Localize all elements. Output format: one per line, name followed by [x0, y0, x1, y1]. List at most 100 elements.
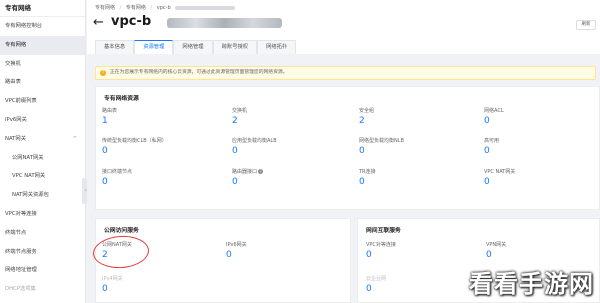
breadcrumb-separator: /: [119, 5, 122, 11]
chevron-up-icon: ^: [72, 135, 77, 142]
sidebar-item[interactable]: VPC NAT网关: [0, 167, 85, 186]
resource-count[interactable]: 0: [484, 116, 504, 126]
resource-count[interactable]: 2: [359, 116, 374, 126]
sidebar-item[interactable]: 终端节点: [0, 224, 85, 243]
resource-count[interactable]: 0: [366, 250, 396, 260]
resource-count[interactable]: 0: [359, 146, 404, 156]
resource-item[interactable]: 高可用 0: [484, 137, 499, 156]
resource-item[interactable]: 路由器接口? 0: [232, 168, 264, 187]
sidebar-item-label: 终端节点: [5, 229, 27, 236]
resource-label: VPN网关: [486, 242, 507, 248]
resource-count[interactable]: 0: [366, 284, 386, 294]
resource-count[interactable]: 0: [232, 177, 263, 187]
tab-network-management[interactable]: 网络管理: [173, 40, 213, 54]
sidebar-item-label: DHCP选项集: [5, 286, 36, 293]
sidebar-item[interactable]: IPv6网关: [0, 111, 85, 130]
tab-network-topology[interactable]: 网络拓扑: [257, 40, 297, 54]
sidebar-item[interactable]: 专有网络: [0, 35, 85, 55]
sidebar-item-label: VPC前缀列表: [5, 98, 37, 105]
breadcrumb: 专有网络 / 专有网络 / vpc-b: [95, 4, 238, 11]
resource-cen[interactable]: 云企业网 0: [366, 275, 386, 294]
resource-count[interactable]: 0: [484, 177, 515, 187]
resource-label: 安全组: [359, 108, 375, 114]
sidebar-item-label: NAT网关资源包: [12, 192, 49, 199]
resource-ipv6-gateway[interactable]: IPv6网关 0: [226, 241, 247, 260]
page-header: 专有网络 / 专有网络 / vpc-b ← vpc-b 刷新: [87, 0, 600, 40]
resource-label: 云企业网: [366, 276, 387, 282]
resource-label: IPv6网关: [226, 242, 247, 248]
help-icon[interactable]: ?: [258, 169, 264, 174]
resource-count[interactable]: 1: [102, 116, 117, 126]
sidebar-item-label: 专有网络控制台: [5, 23, 43, 29]
resource-count[interactable]: 0: [102, 177, 132, 187]
sidebar: 专有网络 专有网络控制台 专有网络 交换机 路由表 VPC前缀列表 IPv6网关 NAT网关…: [0, 0, 86, 303]
tab-cross-account-auth[interactable]: 跨账号授权: [212, 40, 258, 54]
sidebar-item[interactable]: VPC前缀列表: [0, 92, 85, 111]
sidebar-item[interactable]: 专有网络控制台: [0, 17, 85, 36]
breadcrumb-item: vpc-b: [156, 5, 171, 11]
sidebar-item[interactable]: 终端节点服务: [0, 243, 85, 262]
resource-item[interactable]: 网络型负载均衡NLB 0: [359, 137, 404, 156]
resource-count[interactable]: 0: [359, 177, 376, 187]
sidebar-item-label: 网络地址管理: [5, 267, 37, 274]
resource-count[interactable]: 0: [102, 146, 167, 156]
main-content: 专有网络 / 专有网络 / vpc-b ← vpc-b 刷新 基本信息 资源管理…: [87, 0, 600, 303]
warning-icon: !: [100, 70, 106, 76]
sidebar-item-label: 交换机: [5, 60, 21, 67]
sidebar-item-label: 公网NAT网关: [12, 154, 44, 161]
resource-vpn-gateway[interactable]: VPN网关 0: [486, 241, 506, 260]
page-title: vpc-b: [111, 14, 152, 29]
notice-banner: ! 正在为您展示专有网络内的核心云资源，可通过此资源管理页面管理您的网络资源。: [95, 66, 596, 80]
resource-item[interactable]: 安全组 2: [359, 107, 374, 126]
vpc-resources-panel: 专有网络资源 路由表 1 交换机 2 安全组 2 网络ACL 0 传统型负载均衡CLB（私网） 0…: [95, 86, 600, 210]
resource-label: 应用型负载均衡ALB: [232, 138, 277, 144]
sidebar-item-label: VPC NAT网关: [12, 173, 46, 180]
sidebar-item-label: 终端节点服务: [5, 248, 37, 255]
resource-label: 路由器接口: [232, 169, 258, 175]
resource-count[interactable]: 0: [484, 146, 499, 156]
sidebar-item[interactable]: DHCP选项集: [0, 280, 85, 299]
sidebar-item[interactable]: 公网NAT网关: [0, 149, 85, 168]
watermark-logo: 看看手游网: [469, 270, 594, 298]
sidebar-item[interactable]: NAT网关资源包: [0, 186, 85, 205]
resource-item[interactable]: VPC NAT网关 0: [484, 168, 515, 187]
sidebar-item-label: 专有网络: [5, 41, 27, 48]
resource-count[interactable]: 2: [232, 116, 247, 126]
resource-label: 交换机: [232, 108, 248, 114]
resource-label: 传统型负载均衡CLB（私网）: [102, 138, 167, 144]
resource-item[interactable]: TR连接 0: [359, 168, 376, 187]
resource-item[interactable]: 路由表 1: [102, 107, 117, 126]
breadcrumb-separator: /: [150, 5, 153, 11]
sidebar-item[interactable]: 交换机: [0, 55, 85, 74]
tab-resource-management[interactable]: 资源管理: [134, 40, 174, 54]
resource-item[interactable]: 传统型负载均衡CLB（私网） 0: [102, 137, 167, 156]
sidebar-item[interactable]: VPC对等连接: [0, 205, 85, 224]
resource-item[interactable]: 应用型负载均衡ALB 0: [232, 137, 277, 156]
panel-title: 公网访问服务: [104, 228, 139, 234]
resource-label: IPv4网关: [102, 276, 123, 282]
sidebar-item-label: NAT网关: [5, 135, 27, 142]
resource-count[interactable]: 0: [232, 146, 277, 156]
breadcrumb-item[interactable]: 专有网络: [95, 5, 115, 11]
tab-basic-info[interactable]: 基本信息: [95, 40, 135, 54]
sidebar-item-label: VPC对等连接: [5, 210, 37, 217]
refresh-button[interactable]: 刷新: [576, 20, 596, 30]
resource-label: 网络ACL: [484, 108, 504, 114]
resource-item[interactable]: 接口终端节点 0: [102, 168, 132, 187]
notice-text: 正在为您展示专有网络内的核心云资源，可通过此资源管理页面管理您的网络资源。: [110, 70, 288, 75]
breadcrumb-item[interactable]: 专有网络: [126, 5, 146, 11]
resource-count[interactable]: 0: [226, 250, 247, 260]
panel-title: 网间互联服务: [366, 228, 401, 234]
resource-ipv4-gateway[interactable]: IPv4网关 0: [102, 275, 123, 294]
resource-vpc-peering[interactable]: VPC对等连接 0: [366, 241, 396, 260]
sidebar-item[interactable]: 路由表: [0, 73, 85, 92]
sidebar-item[interactable]: NAT网关 ^: [0, 130, 85, 149]
resource-count[interactable]: 0: [486, 250, 506, 260]
resource-count[interactable]: 0: [102, 284, 123, 294]
resource-item[interactable]: 交换机 2: [232, 107, 247, 126]
sidebar-item[interactable]: 网络地址管理: [0, 261, 85, 280]
sidebar-title: 专有网络: [0, 0, 85, 17]
resource-item[interactable]: 网络ACL 0: [484, 107, 504, 126]
back-arrow-icon[interactable]: ←: [93, 15, 104, 30]
sidebar-item[interactable]: 公网访问: [0, 299, 85, 303]
